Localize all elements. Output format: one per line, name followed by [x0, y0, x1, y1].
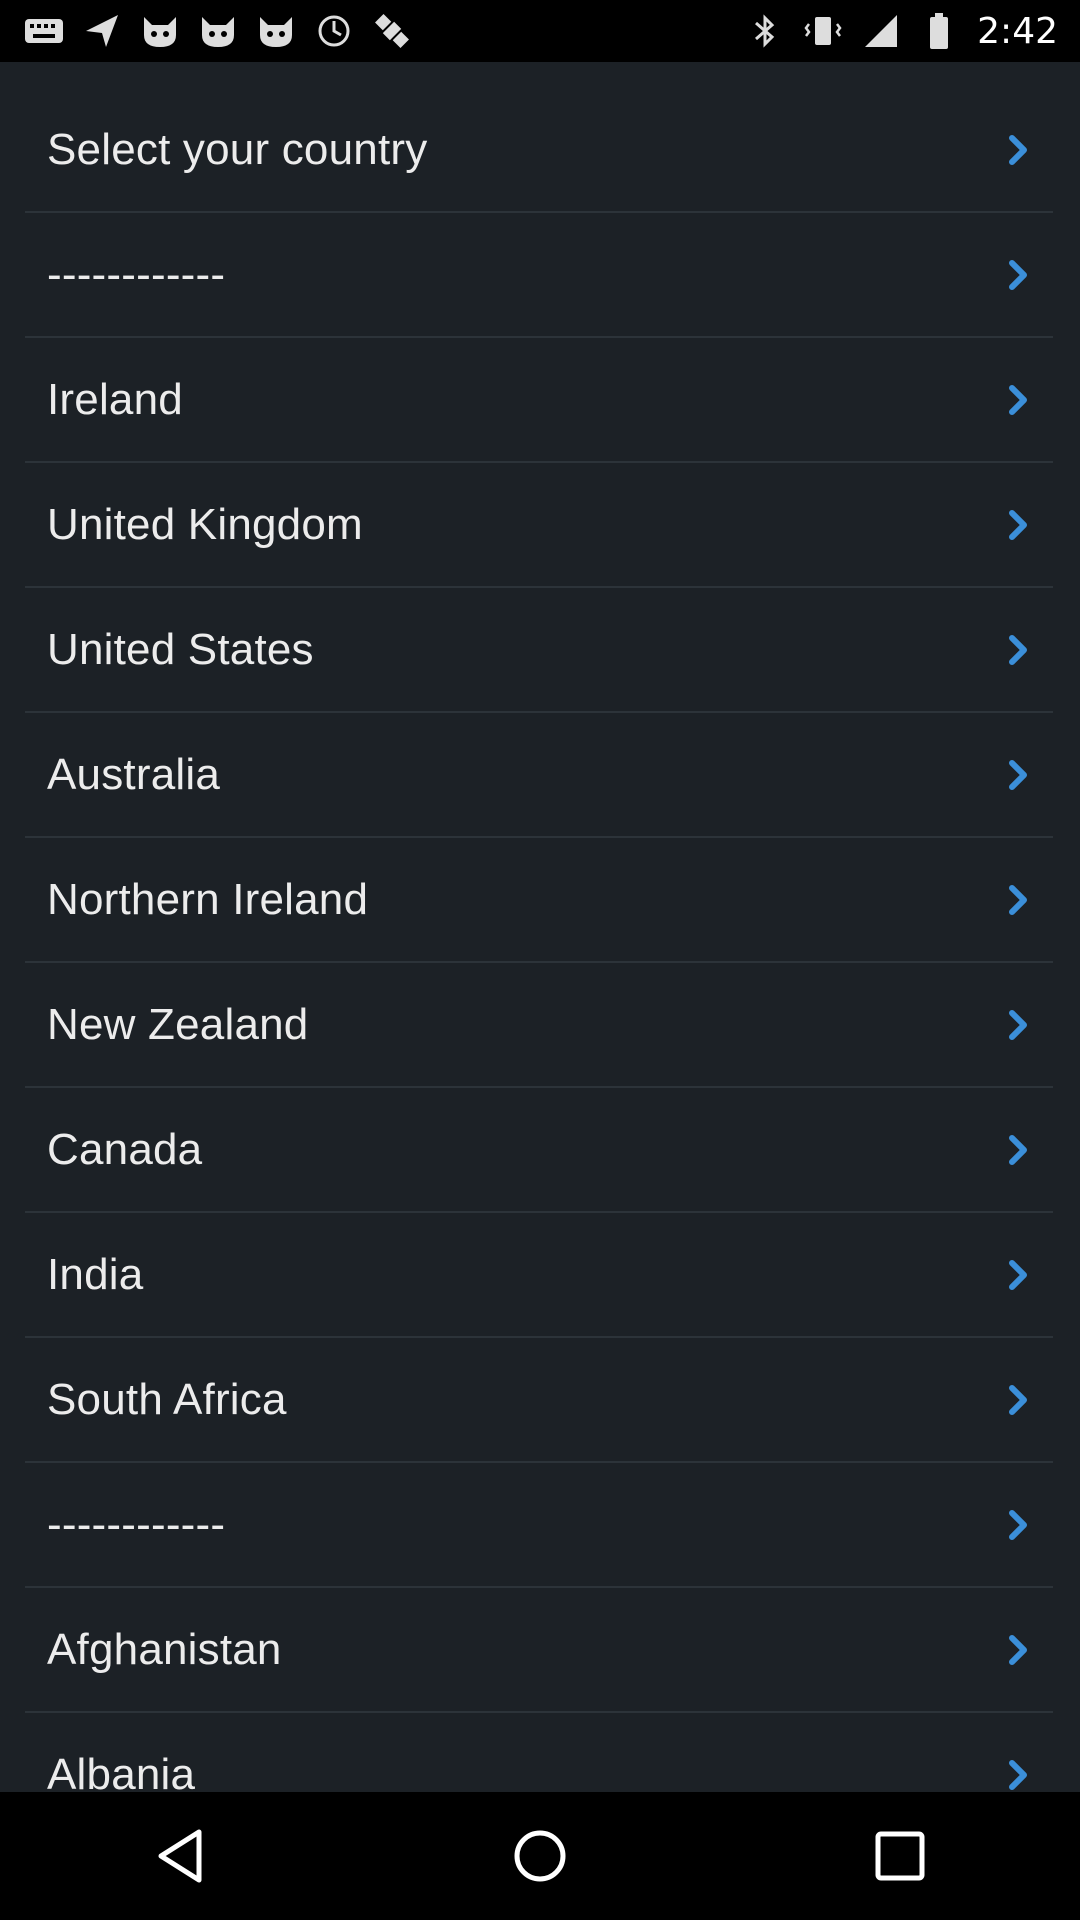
list-item[interactable]: South Africa: [25, 1338, 1053, 1463]
list-item[interactable]: ------------: [25, 213, 1053, 338]
home-circle-icon: [514, 1830, 566, 1882]
list-item-label: Northern Ireland: [47, 874, 369, 924]
chevron-right-icon: [1009, 1009, 1027, 1040]
list-item-label: Albania: [47, 1749, 196, 1793]
list-item[interactable]: United States: [25, 588, 1053, 713]
list-item[interactable]: Australia: [25, 713, 1053, 838]
list-item[interactable]: Select your country: [25, 88, 1053, 213]
list-item-label: Select your country: [47, 124, 428, 174]
list-item[interactable]: ------------: [25, 1463, 1053, 1588]
back-triangle-icon: [158, 1829, 202, 1883]
list-item[interactable]: Ireland: [25, 338, 1053, 463]
recent-apps-button[interactable]: [840, 1806, 960, 1906]
list-item[interactable]: Albania: [25, 1713, 1053, 1792]
cat-face-icon: [140, 11, 180, 51]
list-item-label: Afghanistan: [47, 1624, 282, 1674]
list-item-label: ------------: [47, 1499, 226, 1549]
send-icon: [82, 11, 122, 51]
status-bar: 2:42: [0, 0, 1080, 62]
sync-circle-icon: [314, 11, 354, 51]
list-item-label: Ireland: [47, 374, 183, 424]
chevron-right-icon: [1009, 259, 1027, 290]
chevron-right-icon: [1009, 1384, 1027, 1415]
chevron-right-icon: [1009, 509, 1027, 540]
chevron-right-icon: [1009, 1634, 1027, 1665]
list-item-label: United States: [47, 624, 314, 674]
list-item[interactable]: Afghanistan: [25, 1588, 1053, 1713]
signal-icon: [861, 11, 901, 51]
bluetooth-icon: [745, 11, 785, 51]
list-item-label: ------------: [47, 249, 226, 299]
list-item-label: United Kingdom: [47, 499, 363, 549]
battery-icon: [919, 11, 959, 51]
chevron-right-icon: [1009, 1759, 1027, 1790]
list-item-label: New Zealand: [47, 999, 309, 1049]
chevron-right-icon: [1009, 1134, 1027, 1165]
list-item[interactable]: United Kingdom: [25, 463, 1053, 588]
recent-apps-square-icon: [875, 1831, 925, 1881]
navigation-bar: [0, 1792, 1080, 1920]
keyboard-icon: [24, 11, 64, 51]
cat-face-icon: [198, 11, 238, 51]
country-list-screen: Select your country ------------ Ireland…: [0, 62, 1080, 1792]
chevron-right-icon: [1009, 1509, 1027, 1540]
list-item-label: South Africa: [47, 1374, 287, 1424]
home-button[interactable]: [480, 1806, 600, 1906]
list-item[interactable]: India: [25, 1213, 1053, 1338]
chevron-right-icon: [1009, 134, 1027, 165]
list-item-label: Canada: [47, 1124, 203, 1174]
cat-face-icon: [256, 11, 296, 51]
vibrate-icon: [803, 11, 843, 51]
clock-time: 2:42: [977, 10, 1058, 52]
list-item[interactable]: New Zealand: [25, 963, 1053, 1088]
chevron-right-icon: [1009, 1259, 1027, 1290]
list-item[interactable]: Canada: [25, 1088, 1053, 1213]
chevron-right-icon: [1009, 384, 1027, 415]
chevron-right-icon: [1009, 634, 1027, 665]
back-button[interactable]: [120, 1806, 240, 1906]
list-item[interactable]: Northern Ireland: [25, 838, 1053, 963]
chevron-right-icon: [1009, 884, 1027, 915]
chevron-right-icon: [1009, 759, 1027, 790]
satellite-icon: [372, 11, 412, 51]
country-list: Select your country ------------ Ireland…: [25, 88, 1053, 1792]
list-item-label: India: [47, 1249, 144, 1299]
list-item-label: Australia: [47, 749, 220, 799]
